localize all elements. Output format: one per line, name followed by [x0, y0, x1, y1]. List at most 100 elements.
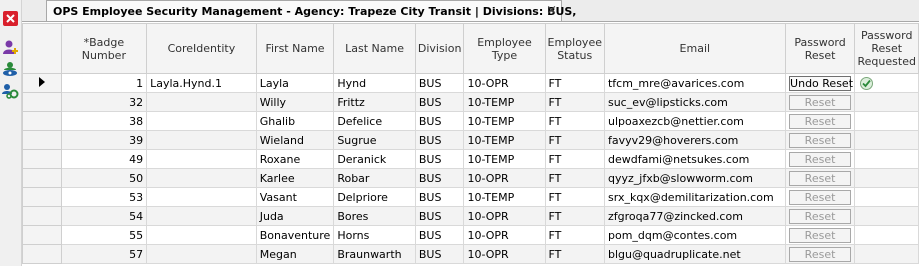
- header-email[interactable]: Email: [603, 23, 786, 74]
- row-selector[interactable]: [22, 73, 62, 93]
- email-cell[interactable]: ulpoaxezcb@nettier.com: [603, 111, 786, 131]
- reset-button[interactable]: Reset: [789, 132, 852, 148]
- core-identity-cell[interactable]: [146, 244, 257, 264]
- reset-button[interactable]: Reset: [789, 227, 852, 243]
- first-name-cell[interactable]: Ghalib: [255, 111, 335, 131]
- table-row[interactable]: 57 Megan Braunwarth BUS 10-OPR FT blgu@quadrup…: [22, 244, 919, 264]
- employee-type-cell[interactable]: 10-OPR: [463, 206, 546, 226]
- division-cell[interactable]: BUS: [414, 187, 465, 207]
- core-identity-cell[interactable]: [146, 149, 257, 169]
- table-row[interactable]: 38 Ghalib Defelice BUS 10-TEMP FT ulpoaxezcb@n…: [22, 111, 919, 131]
- employee-type-cell[interactable]: 10-OPR: [463, 168, 546, 188]
- reset-button[interactable]: Reset: [789, 151, 852, 167]
- badge-number-cell[interactable]: 32: [60, 92, 148, 112]
- first-name-cell[interactable]: Bonaventure: [255, 225, 335, 245]
- first-name-cell[interactable]: Wieland: [255, 130, 335, 150]
- division-cell[interactable]: BUS: [414, 206, 465, 226]
- users-icon[interactable]: [2, 60, 19, 77]
- core-identity-cell[interactable]: [146, 187, 257, 207]
- users-link-icon[interactable]: [2, 82, 19, 99]
- last-name-cell[interactable]: Bores: [333, 206, 416, 226]
- tab-close-icon[interactable]: ×: [546, 3, 557, 18]
- table-row[interactable]: 55 Bonaventure Horns BUS 10-OPR FT pom_dqm@con…: [22, 225, 919, 245]
- table-row[interactable]: 53 Vasant Delpriore BUS 10-TEMP FT srx_kqx@dem…: [22, 187, 919, 207]
- table-row[interactable]: 54 Juda Bores BUS 10-OPR FT zfgroqa77@zincked.…: [22, 206, 919, 226]
- badge-number-cell[interactable]: 53: [60, 187, 148, 207]
- row-selector[interactable]: [22, 130, 62, 150]
- division-cell[interactable]: BUS: [414, 168, 465, 188]
- first-name-cell[interactable]: Vasant: [255, 187, 335, 207]
- close-icon[interactable]: [2, 10, 19, 27]
- first-name-cell[interactable]: Layla: [255, 73, 335, 93]
- reset-button[interactable]: Reset: [789, 189, 852, 205]
- employee-type-cell[interactable]: 10-OPR: [463, 225, 546, 245]
- first-name-cell[interactable]: Juda: [255, 206, 335, 226]
- header-password-reset-requested[interactable]: Password Reset Requested: [854, 23, 919, 74]
- last-name-cell[interactable]: Deranick: [333, 149, 416, 169]
- core-identity-cell[interactable]: [146, 111, 257, 131]
- reset-button[interactable]: Reset: [789, 113, 852, 129]
- core-identity-cell[interactable]: [146, 130, 257, 150]
- email-cell[interactable]: dewdfami@netsukes.com: [603, 149, 786, 169]
- first-name-cell[interactable]: Willy: [255, 92, 335, 112]
- core-identity-cell[interactable]: [146, 92, 257, 112]
- badge-number-cell[interactable]: 54: [60, 206, 148, 226]
- header-last-name[interactable]: Last Name: [333, 23, 416, 74]
- division-cell[interactable]: BUS: [414, 73, 465, 93]
- header-first-name[interactable]: First Name: [255, 23, 335, 74]
- employee-status-cell[interactable]: FT: [544, 130, 605, 150]
- table-row[interactable]: 39 Wieland Sugrue BUS 10-TEMP FT favyv29@hover…: [22, 130, 919, 150]
- undo-reset-button[interactable]: Undo Reset: [789, 75, 853, 91]
- table-row[interactable]: 1 Layla.Hynd.1 Layla Hynd BUS 10-OPR FT tfcm_mr…: [22, 73, 919, 93]
- email-cell[interactable]: zfgroqa77@zincked.com: [603, 206, 786, 226]
- table-row[interactable]: 32 Willy Frittz BUS 10-TEMP FT suc_ev@lipstick…: [22, 92, 919, 112]
- employee-status-cell[interactable]: FT: [544, 92, 605, 112]
- reset-button[interactable]: Reset: [789, 170, 852, 186]
- email-cell[interactable]: qyyz_jfxb@slowworm.com: [603, 168, 786, 188]
- division-cell[interactable]: BUS: [414, 244, 465, 264]
- email-cell[interactable]: favyv29@hoverers.com: [603, 130, 786, 150]
- employee-status-cell[interactable]: FT: [544, 168, 605, 188]
- row-selector[interactable]: [22, 225, 62, 245]
- employee-type-cell[interactable]: 10-OPR: [463, 73, 546, 93]
- reset-button[interactable]: Reset: [789, 246, 852, 262]
- core-identity-cell[interactable]: [146, 225, 257, 245]
- email-cell[interactable]: pom_dqm@contes.com: [603, 225, 786, 245]
- employee-type-cell[interactable]: 10-TEMP: [463, 92, 546, 112]
- employee-status-cell[interactable]: FT: [544, 73, 605, 93]
- division-cell[interactable]: BUS: [414, 225, 465, 245]
- employee-status-cell[interactable]: FT: [544, 111, 605, 131]
- last-name-cell[interactable]: Hynd: [333, 73, 416, 93]
- badge-number-cell[interactable]: 39: [60, 130, 148, 150]
- header-employee-type[interactable]: Employee Type: [463, 23, 546, 74]
- badge-number-cell[interactable]: 57: [60, 244, 148, 264]
- last-name-cell[interactable]: Sugrue: [333, 130, 416, 150]
- email-cell[interactable]: blgu@quadruplicate.net: [603, 244, 786, 264]
- core-identity-cell[interactable]: [146, 168, 257, 188]
- employee-status-cell[interactable]: FT: [544, 187, 605, 207]
- division-cell[interactable]: BUS: [414, 92, 465, 112]
- header-password-reset[interactable]: Password Reset: [784, 23, 856, 74]
- badge-number-cell[interactable]: 49: [60, 149, 148, 169]
- employee-type-cell[interactable]: 10-TEMP: [463, 130, 546, 150]
- first-name-cell[interactable]: Roxane: [255, 149, 335, 169]
- last-name-cell[interactable]: Robar: [333, 168, 416, 188]
- header-division[interactable]: Division: [414, 23, 465, 74]
- employee-type-cell[interactable]: 10-TEMP: [463, 149, 546, 169]
- row-selector[interactable]: [22, 206, 62, 226]
- header-employee-status[interactable]: Employee Status: [544, 23, 605, 74]
- division-cell[interactable]: BUS: [414, 111, 465, 131]
- badge-number-cell[interactable]: 38: [60, 111, 148, 131]
- header-badge-number[interactable]: *Badge Number: [60, 23, 148, 74]
- division-cell[interactable]: BUS: [414, 130, 465, 150]
- header-core-identity[interactable]: CoreIdentity: [146, 23, 257, 74]
- last-name-cell[interactable]: Defelice: [333, 111, 416, 131]
- employee-type-cell[interactable]: 10-OPR: [463, 244, 546, 264]
- badge-number-cell[interactable]: 1: [60, 73, 148, 93]
- row-selector[interactable]: [22, 92, 62, 112]
- employee-status-cell[interactable]: FT: [544, 225, 605, 245]
- last-name-cell[interactable]: Horns: [333, 225, 416, 245]
- last-name-cell[interactable]: Braunwarth: [333, 244, 416, 264]
- first-name-cell[interactable]: Karlee: [255, 168, 335, 188]
- row-selector[interactable]: [22, 149, 62, 169]
